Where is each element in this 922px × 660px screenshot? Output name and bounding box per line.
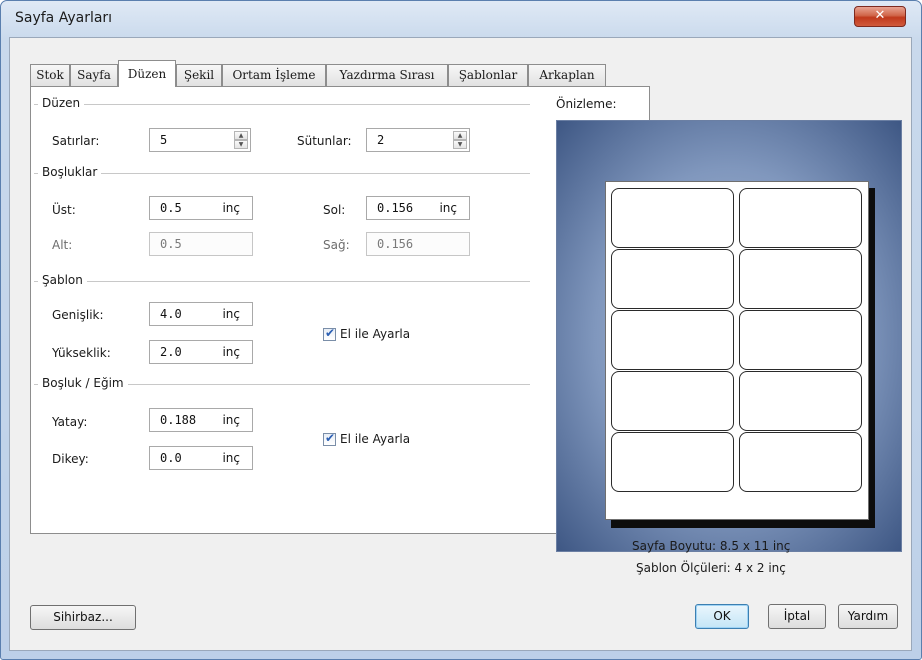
preview-label-cell	[611, 371, 734, 431]
spin-arrows-icon[interactable]: ▲ ▼	[234, 131, 248, 149]
gap-manual-label[interactable]: El ile Ayarla	[340, 432, 410, 446]
wizard-button[interactable]: Sihirbaz...	[30, 605, 136, 630]
section-divider	[34, 281, 530, 282]
preview-title: Önizleme:	[556, 97, 617, 111]
dialog-client-area: Stok Sayfa Düzen Şekil Ortam İşleme Yazd…	[9, 37, 912, 651]
tab-stok[interactable]: Stok	[30, 64, 70, 86]
template-height-value[interactable]: 2.0	[160, 345, 182, 359]
vertical-gap-unit: inç	[222, 451, 240, 465]
template-size-text: Şablon Ölçüleri: 4 x 2 inç	[636, 561, 786, 575]
preview-label-cell	[739, 310, 862, 370]
bottom-margin-field: 0.5	[149, 232, 253, 256]
section-title-sablon: Şablon	[38, 273, 87, 287]
template-manual-label[interactable]: El ile Ayarla	[340, 327, 410, 341]
preview-label-cell	[611, 249, 734, 309]
dialog-window: Sayfa Ayarları ✕ Stok Sayfa Düzen Şekil …	[0, 0, 922, 660]
preview-label-cell	[611, 310, 734, 370]
vertical-gap-label: Dikey:	[52, 452, 89, 466]
left-margin-field[interactable]: 0.156 inç	[366, 196, 470, 220]
top-margin-label: Üst:	[52, 203, 76, 217]
ok-button[interactable]: OK	[695, 604, 749, 629]
template-height-label: Yükseklik:	[52, 346, 111, 360]
template-height-field[interactable]: 2.0 inç	[149, 340, 253, 364]
tab-sablonlar[interactable]: Şablonlar	[448, 64, 528, 86]
left-margin-value[interactable]: 0.156	[377, 201, 413, 215]
section-title-bosluk-egim: Boşluk / Eğim	[38, 376, 128, 390]
right-margin-value: 0.156	[377, 237, 414, 251]
rows-value[interactable]: 5	[160, 133, 167, 147]
close-icon[interactable]: ✕	[855, 7, 905, 25]
tab-sekil[interactable]: Şekil	[176, 64, 222, 86]
preview-label-cell	[739, 249, 862, 309]
cancel-button[interactable]: İptal	[768, 604, 826, 629]
cols-label: Sütunlar:	[297, 134, 352, 148]
window-title: Sayfa Ayarları	[15, 10, 113, 26]
title-bar[interactable]: Sayfa Ayarları ✕	[1, 1, 921, 37]
rows-spinner[interactable]: 5 ▲ ▼	[149, 128, 251, 152]
left-margin-label: Sol:	[323, 203, 346, 217]
section-divider	[34, 173, 530, 174]
template-width-label: Genişlik:	[52, 308, 104, 322]
close-button[interactable]: ✕	[854, 6, 906, 27]
top-margin-unit: inç	[222, 201, 240, 215]
horizontal-gap-field[interactable]: 0.188 inç	[149, 408, 253, 432]
horizontal-gap-label: Yatay:	[52, 415, 88, 429]
template-height-unit: inç	[222, 345, 240, 359]
top-margin-value[interactable]: 0.5	[160, 201, 182, 215]
preview-label-cell	[611, 188, 734, 248]
rows-label: Satırlar:	[52, 134, 100, 148]
bottom-margin-label: Alt:	[52, 238, 73, 252]
right-margin-label: Sağ:	[323, 238, 350, 252]
page-size-text: Sayfa Boyutu: 8.5 x 11 inç	[632, 539, 791, 553]
horizontal-gap-value[interactable]: 0.188	[160, 413, 196, 427]
section-title-duzen: Düzen	[38, 96, 85, 110]
right-margin-field: 0.156	[366, 232, 470, 256]
vertical-gap-field[interactable]: 0.0 inç	[149, 446, 253, 470]
template-manual-checkbox[interactable]	[323, 326, 336, 341]
tab-sayfa[interactable]: Sayfa	[70, 64, 118, 86]
template-width-unit: inç	[222, 307, 240, 321]
bottom-margin-value: 0.5	[160, 237, 182, 251]
tab-ortam-isleme[interactable]: Ortam İşleme	[222, 64, 326, 86]
help-button[interactable]: Yardım	[838, 604, 898, 629]
template-width-field[interactable]: 4.0 inç	[149, 302, 253, 326]
horizontal-gap-unit: inç	[222, 413, 240, 427]
tab-arkaplan[interactable]: Arkaplan	[528, 64, 606, 86]
tab-duzen[interactable]: Düzen	[118, 60, 176, 87]
preview-label-cell	[739, 188, 862, 248]
cols-value[interactable]: 2	[377, 133, 384, 147]
spin-arrows-icon[interactable]: ▲ ▼	[453, 131, 467, 149]
section-divider	[34, 104, 530, 105]
vertical-gap-value[interactable]: 0.0	[160, 451, 182, 465]
left-margin-unit: inç	[439, 201, 457, 215]
top-margin-field[interactable]: 0.5 inç	[149, 196, 253, 220]
preview-label-cell	[739, 432, 862, 492]
cols-spinner[interactable]: 2 ▲ ▼	[366, 128, 470, 152]
gap-manual-checkbox[interactable]	[323, 431, 336, 446]
template-width-value[interactable]: 4.0	[160, 307, 182, 321]
preview-label-cell	[739, 371, 862, 431]
tab-yazdirma-sirasi[interactable]: Yazdırma Sırası	[326, 64, 448, 86]
preview-label-cell	[611, 432, 734, 492]
section-title-bosluklar: Boşluklar	[38, 165, 102, 179]
